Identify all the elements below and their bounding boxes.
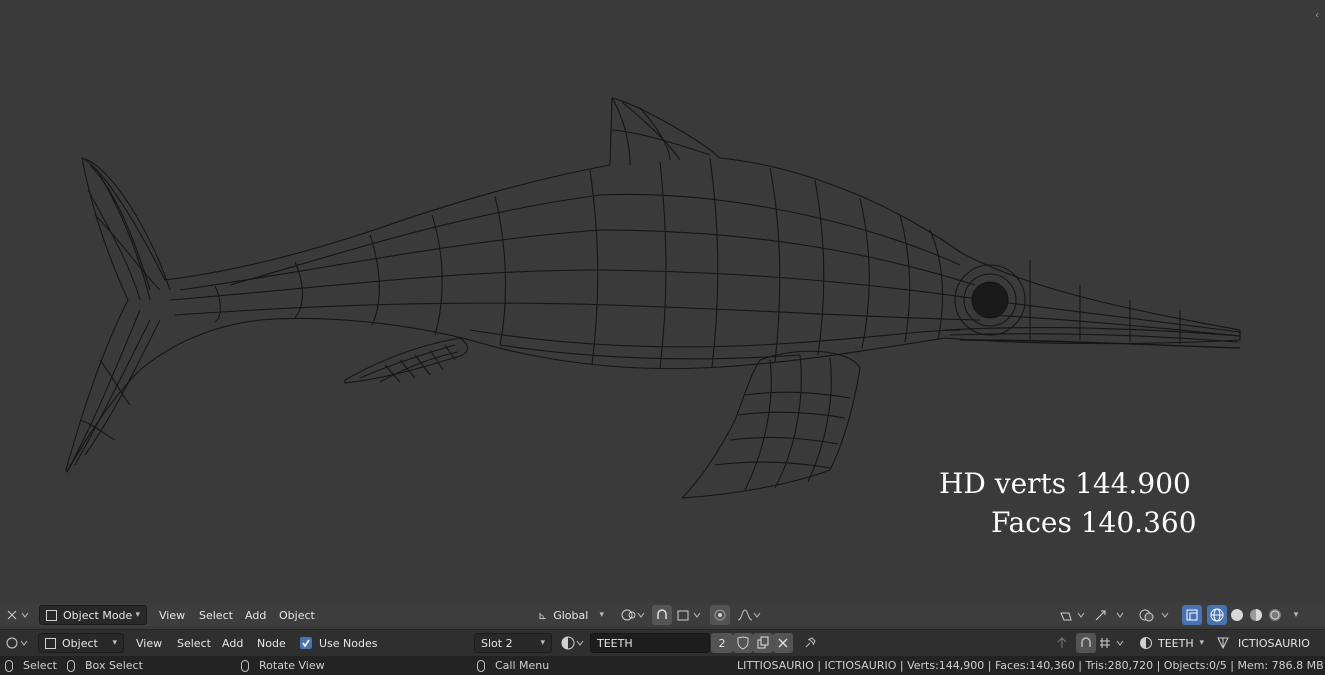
menu-object[interactable]: Object — [275, 605, 319, 625]
material-browse-icon[interactable] — [560, 633, 588, 653]
status-rotate-hint: Rotate View — [241, 656, 325, 675]
chevron-down-icon: ▾ — [135, 610, 140, 620]
overlay-verts-text: HD verts 144.900 — [939, 467, 1191, 500]
menu-add[interactable]: Add — [241, 605, 270, 625]
mouse-right-icon — [477, 659, 485, 672]
wireframe-shading-icon[interactable] — [1207, 605, 1227, 625]
use-nodes-label: Use Nodes — [319, 636, 378, 650]
overlay-icon[interactable] — [1137, 605, 1173, 625]
material-shading-icon[interactable] — [1246, 605, 1266, 625]
shader-type-label: Object — [62, 636, 98, 650]
3d-viewport[interactable]: HD verts 144.900 Faces 140.360 ‹ — [0, 0, 1325, 603]
checkbox-check-icon — [300, 637, 312, 649]
status-call-menu-hint: Call Menu — [477, 656, 549, 675]
node-editor-header: Object ▾ View Select Add Node Use Nodes … — [0, 629, 1325, 656]
chevron-down-icon: ▾ — [540, 638, 545, 648]
body-outline — [65, 97, 1241, 473]
slot-label: Slot 2 — [481, 636, 513, 650]
chevron-down-icon: ▾ — [599, 610, 604, 620]
status-select-label: Select — [23, 659, 57, 672]
fake-user-shield-icon[interactable] — [733, 633, 753, 653]
status-bar: Select Box Select Rotate View Call Menu … — [0, 656, 1325, 675]
object-mode-label: Object Mode — [63, 608, 133, 622]
orientation-label: Global — [553, 608, 589, 622]
chevron-down-icon: ▾ — [1199, 638, 1204, 648]
shading-options-chevron-icon[interactable]: ▾ — [1286, 605, 1306, 625]
snap-icon[interactable] — [652, 605, 672, 625]
shader-type-dropdown[interactable]: Object ▾ — [38, 633, 124, 653]
eye — [971, 281, 1009, 319]
mouse-middle-icon — [241, 659, 249, 672]
menu-view[interactable]: View — [155, 605, 189, 625]
material-sphere-icon — [1140, 637, 1152, 649]
unlink-material-icon[interactable] — [773, 633, 793, 653]
object-mode-icon — [46, 609, 57, 621]
material-slot-dropdown[interactable]: Slot 2 ▾ — [474, 633, 552, 653]
node-material-dropdown[interactable]: TEETH ▾ — [1134, 633, 1210, 653]
object-mode-dropdown[interactable]: Object Mode ▾ — [39, 605, 147, 625]
shader-object-icon — [45, 637, 56, 649]
chevron-down-icon: ▾ — [112, 638, 117, 648]
view-object-types-icon[interactable] — [1058, 605, 1088, 625]
node-editor-type-icon[interactable] — [4, 633, 32, 653]
node-snap-icon[interactable] — [1076, 633, 1096, 653]
rendered-shading-icon[interactable] — [1265, 605, 1285, 625]
editor-type-icon[interactable] — [4, 605, 32, 625]
node-snap-target-icon[interactable] — [1098, 633, 1128, 653]
material-name-text: TEETH — [597, 636, 633, 650]
status-rotate-label: Rotate View — [259, 659, 325, 672]
parent-node-tree-icon[interactable] — [1052, 633, 1072, 653]
transform-orientation-dropdown[interactable]: ⊾ Global ▾ — [532, 605, 610, 625]
proportional-falloff-icon[interactable] — [734, 605, 764, 625]
active-object-field[interactable]: ICTIOSAURIO — [1216, 633, 1310, 653]
overlay-faces-text: Faces 140.360 — [991, 506, 1197, 539]
material-name-field[interactable]: TEETH — [590, 633, 710, 653]
right-material-label: TEETH — [1158, 636, 1194, 650]
status-box-select-label: Box Select — [85, 659, 143, 672]
node-menu-view[interactable]: View — [132, 633, 166, 653]
node-menu-add[interactable]: Add — [218, 633, 247, 653]
menu-select[interactable]: Select — [195, 605, 237, 625]
node-menu-select[interactable]: Select — [173, 633, 215, 653]
proportional-edit-icon[interactable] — [710, 605, 730, 625]
pivot-icon[interactable] — [618, 605, 648, 625]
status-call-menu-label: Call Menu — [495, 659, 550, 672]
snap-target-icon[interactable] — [674, 605, 704, 625]
pin-icon[interactable] — [800, 633, 820, 653]
transform-orientation-icon: ⊾ — [538, 608, 548, 622]
mouse-left-icon — [5, 659, 13, 672]
gizmo-icon[interactable] — [1092, 605, 1128, 625]
duplicate-material-icon[interactable] — [753, 633, 773, 653]
active-object-label: ICTIOSAURIO — [1238, 636, 1310, 650]
viewport-collapse-icon[interactable]: ‹ — [1315, 10, 1323, 26]
tail-lower-lobe — [66, 309, 141, 473]
viewport-header: Object Mode ▾ View Select Add Object ⊾ G… — [0, 603, 1325, 627]
scene-statistics: LITTIOSAURIO | ICTIOSAURIO | Verts:144,9… — [737, 659, 1325, 672]
node-menu-node[interactable]: Node — [253, 633, 290, 653]
status-box-select-hint: Box Select — [67, 656, 143, 675]
status-select-hint: Select — [5, 656, 57, 675]
mouse-drag-icon — [67, 659, 75, 672]
use-nodes-checkbox[interactable]: Use Nodes — [300, 633, 378, 653]
solid-shading-icon[interactable] — [1227, 605, 1247, 625]
object-tree-icon — [1217, 637, 1229, 650]
xray-icon[interactable] — [1182, 605, 1202, 625]
material-users-count[interactable]: 2 — [711, 633, 733, 653]
